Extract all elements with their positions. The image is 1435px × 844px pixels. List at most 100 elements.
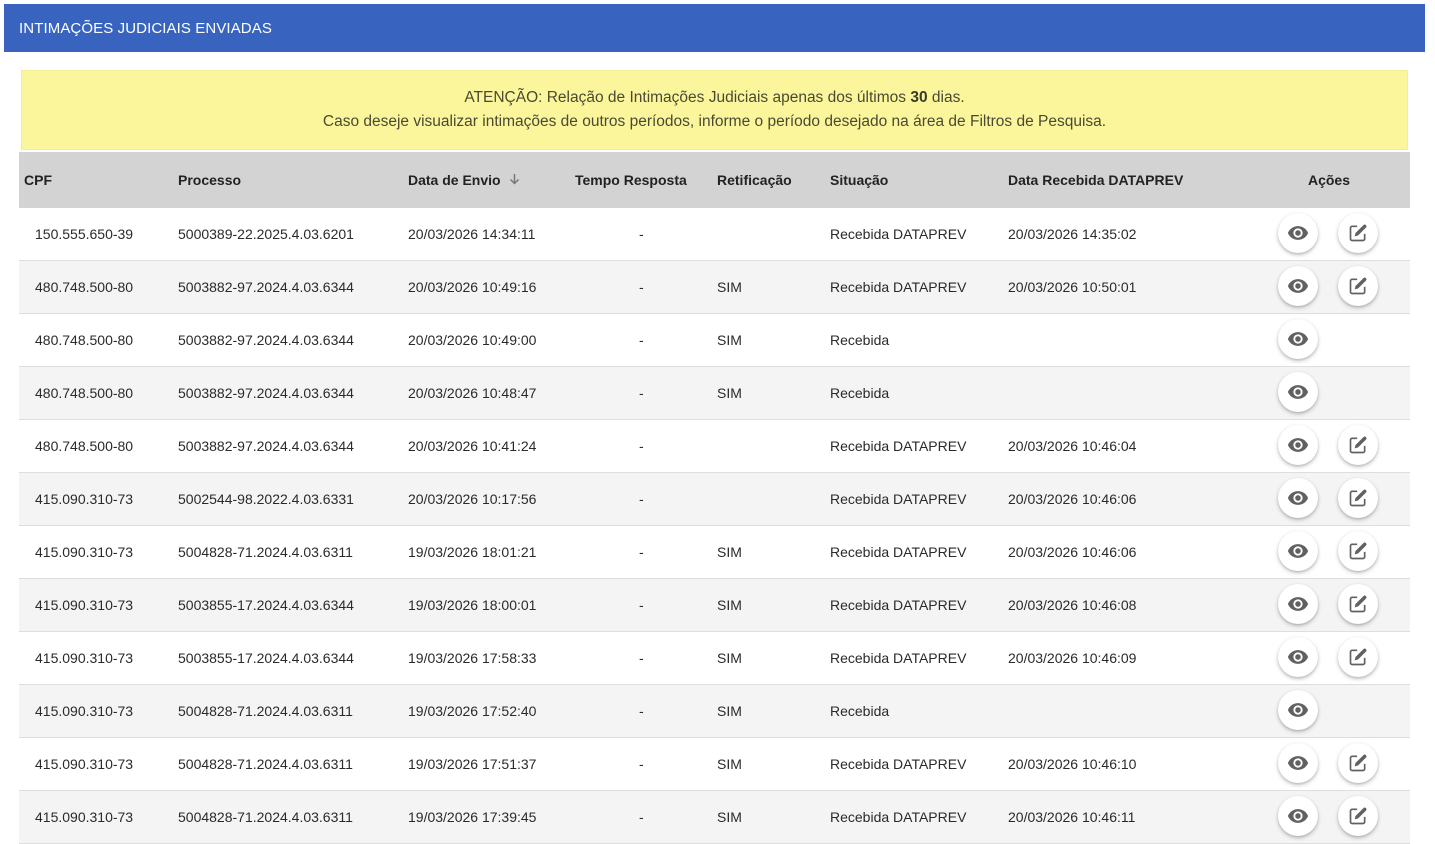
eye-icon: [1287, 434, 1309, 456]
cell-acoes: [1248, 685, 1410, 738]
view-button[interactable]: [1278, 372, 1318, 412]
cell-data-envio: 20/03/2026 10:41:24: [408, 438, 537, 454]
cell-processo: 5002544-98.2022.4.03.6331: [178, 491, 354, 507]
column-header-cpf[interactable]: CPF: [19, 152, 178, 208]
attention-alert: ATENÇÃO: Relação de Intimações Judiciais…: [21, 70, 1408, 150]
cell-acoes: [1248, 261, 1410, 314]
eye-icon: [1287, 593, 1309, 615]
cell-data-envio: 20/03/2026 10:49:00: [408, 332, 537, 348]
cell-processo: 5004828-71.2024.4.03.6311: [178, 544, 353, 560]
column-header-data-envio[interactable]: Data de Envio: [408, 152, 575, 208]
cell-cpf: 415.090.310-73: [35, 597, 134, 613]
table-row: 480.748.500-80 5003882-97.2024.4.03.6344 2…: [19, 313, 1410, 367]
cell-cpf: 415.090.310-73: [35, 650, 134, 666]
cell-tempo-resposta: -: [639, 385, 644, 401]
cell-situacao: Recebida: [830, 385, 890, 401]
edit-button[interactable]: [1338, 743, 1378, 783]
cell-data-envio: 19/03/2026 17:58:33: [408, 650, 537, 666]
eye-icon: [1287, 381, 1309, 403]
cell-cpf: 480.748.500-80: [35, 438, 134, 454]
edit-button[interactable]: [1338, 584, 1378, 624]
column-header-processo[interactable]: Processo: [178, 152, 408, 208]
cell-data-recebida: [1008, 685, 1248, 738]
eye-icon: [1287, 805, 1309, 827]
table-row: 415.090.310-73 5004828-71.2024.4.03.6311 1…: [19, 525, 1410, 579]
cell-retificacao: [717, 473, 830, 526]
cell-processo: 5003855-17.2024.4.03.6344: [178, 597, 354, 613]
edit-button[interactable]: [1338, 531, 1378, 571]
cell-tempo-resposta: -: [639, 809, 644, 825]
edit-icon: [1348, 647, 1368, 667]
alert-line-2: Caso deseje visualizar intimações de out…: [322, 113, 1107, 130]
cell-cpf: 415.090.310-73: [35, 703, 134, 719]
cell-processo: 5004828-71.2024.4.03.6311: [178, 756, 353, 772]
view-button[interactable]: [1278, 584, 1318, 624]
edit-icon: [1348, 435, 1368, 455]
edit-button[interactable]: [1338, 478, 1378, 518]
cell-data-envio: 19/03/2026 17:51:37: [408, 756, 537, 772]
cell-data-envio: 19/03/2026 18:01:21: [408, 544, 537, 560]
cell-retificacao: SIM: [717, 332, 742, 348]
view-button[interactable]: [1278, 743, 1318, 783]
cell-situacao: Recebida DATAPREV: [830, 597, 967, 613]
cell-situacao: Recebida DATAPREV: [830, 279, 967, 295]
view-button[interactable]: [1278, 478, 1318, 518]
edit-button[interactable]: [1338, 637, 1378, 677]
view-button[interactable]: [1278, 213, 1318, 253]
cell-acoes: [1248, 791, 1410, 844]
view-button[interactable]: [1278, 690, 1318, 730]
cell-processo: 5003882-97.2024.4.03.6344: [178, 385, 354, 401]
cell-tempo-resposta: -: [639, 491, 644, 507]
cell-cpf: 415.090.310-73: [35, 809, 134, 825]
cell-situacao: Recebida DATAPREV: [830, 809, 967, 825]
view-button[interactable]: [1278, 531, 1318, 571]
column-header-tempo-resposta[interactable]: Tempo Resposta: [575, 152, 717, 208]
table-row: 415.090.310-73 5004828-71.2024.4.03.6311 1…: [19, 790, 1410, 844]
edit-button[interactable]: [1338, 425, 1378, 465]
cell-data-recebida: 20/03/2026 10:46:06: [1008, 491, 1137, 507]
eye-icon: [1287, 699, 1309, 721]
column-header-data-recebida[interactable]: Data Recebida DATAPREV: [1008, 152, 1248, 208]
cell-retificacao: SIM: [717, 385, 742, 401]
cell-situacao: Recebida: [830, 332, 890, 348]
cell-cpf: 480.748.500-80: [35, 279, 134, 295]
edit-button[interactable]: [1338, 266, 1378, 306]
edit-button[interactable]: [1338, 796, 1378, 836]
cell-data-envio: 19/03/2026 17:39:45: [408, 809, 537, 825]
eye-icon: [1287, 752, 1309, 774]
cell-cpf: 415.090.310-73: [35, 544, 134, 560]
edit-icon: [1348, 488, 1368, 508]
view-button[interactable]: [1278, 637, 1318, 677]
edit-icon: [1348, 276, 1368, 296]
cell-data-recebida: 20/03/2026 10:46:09: [1008, 650, 1137, 666]
alert-days: 30: [910, 89, 928, 106]
view-button[interactable]: [1278, 266, 1318, 306]
cell-situacao: Recebida DATAPREV: [830, 650, 967, 666]
table-row: 415.090.310-73 5003855-17.2024.4.03.6344 1…: [19, 631, 1410, 685]
view-button[interactable]: [1278, 796, 1318, 836]
cell-cpf: 480.748.500-80: [35, 385, 134, 401]
column-header-retificacao[interactable]: Retificação: [717, 152, 830, 208]
table-row: 480.748.500-80 5003882-97.2024.4.03.6344 2…: [19, 419, 1410, 473]
cell-data-envio: 19/03/2026 18:00:01: [408, 597, 537, 613]
cell-retificacao: SIM: [717, 279, 742, 295]
view-button[interactable]: [1278, 425, 1318, 465]
cell-retificacao: SIM: [717, 597, 742, 613]
cell-acoes: [1248, 526, 1410, 579]
cell-data-envio: 20/03/2026 14:34:11: [408, 226, 536, 242]
edit-button[interactable]: [1338, 213, 1378, 253]
cell-tempo-resposta: -: [639, 438, 644, 454]
column-header-situacao[interactable]: Situação: [830, 152, 1008, 208]
cell-cpf: 415.090.310-73: [35, 491, 134, 507]
table-row: 480.748.500-80 5003882-97.2024.4.03.6344 2…: [19, 366, 1410, 420]
cell-acoes: [1248, 314, 1410, 367]
cell-tempo-resposta: -: [639, 279, 644, 295]
edit-icon: [1348, 594, 1368, 614]
cell-tempo-resposta: -: [639, 703, 644, 719]
view-button[interactable]: [1278, 319, 1318, 359]
cell-acoes: [1248, 738, 1410, 791]
edit-icon: [1348, 753, 1368, 773]
table-row: 415.090.310-73 5002544-98.2022.4.03.6331 2…: [19, 472, 1410, 526]
cell-tempo-resposta: -: [639, 226, 644, 242]
cell-data-envio: 20/03/2026 10:17:56: [408, 491, 537, 507]
